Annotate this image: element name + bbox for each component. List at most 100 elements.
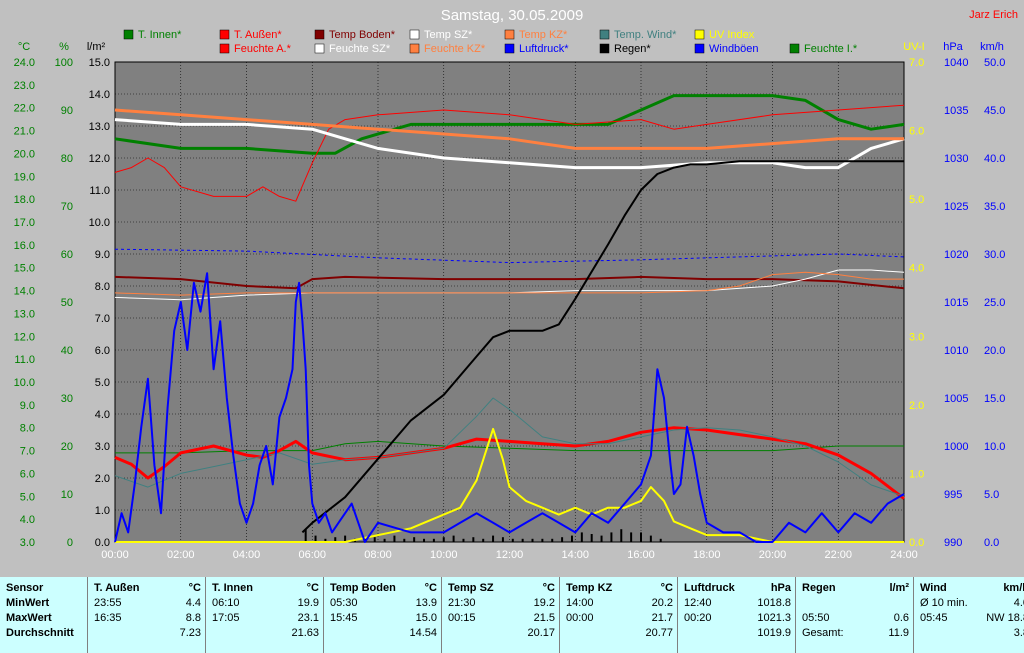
stat-max-value: 23.1 xyxy=(297,612,319,624)
uv-tick-label: 2.0 xyxy=(909,400,924,412)
stat-title: Temp SZ xyxy=(448,582,494,594)
stat-max-value: 1021.3 xyxy=(757,612,791,624)
stat-title: Luftdruck xyxy=(684,582,735,594)
rain-tick-label: 6.0 xyxy=(95,345,110,357)
stat-title: Temp Boden xyxy=(330,582,396,594)
press-tick-label: 1020 xyxy=(944,249,968,261)
legend-item: UV Index xyxy=(694,29,755,41)
rain-tick-label: 9.0 xyxy=(95,249,110,261)
temp-tick-label: 9.0 xyxy=(20,400,35,412)
stat-min-time: 05:30 xyxy=(330,597,358,609)
stat-min-value: 20.2 xyxy=(651,597,673,609)
temp-tick-label: 6.0 xyxy=(20,468,35,480)
temp-tick-label: 22.0 xyxy=(14,103,35,115)
x-tick-label: 04:00 xyxy=(233,549,261,561)
temp-tick-label: 17.0 xyxy=(14,217,35,229)
stat-min-time: 14:00 xyxy=(566,597,594,609)
rain-tick-label: 1.0 xyxy=(95,505,110,517)
stat-min-value: 1018.8 xyxy=(757,597,791,609)
temp-tick-label: 18.0 xyxy=(14,194,35,206)
stat-max-value: NW 18.8 xyxy=(986,612,1024,624)
stats-row-labels: Sensor MinWert MaxWert Durchschnitt xyxy=(0,577,88,653)
hum-tick-label: 40 xyxy=(61,345,73,357)
rain-tick-label: 15.0 xyxy=(89,57,110,69)
rain-tick-label: 0.0 xyxy=(95,537,110,549)
wind-tick-label: 35.0 xyxy=(984,201,1005,213)
wind-tick-label: 30.0 xyxy=(984,249,1005,261)
stat-unit: °C xyxy=(188,582,201,594)
hum-tick-label: 30 xyxy=(61,393,73,405)
stat-unit: km/h xyxy=(1003,582,1024,594)
press-tick-label: 1010 xyxy=(944,345,968,357)
stat-avg-label: Gesamt: xyxy=(802,627,844,639)
stats-block: Temp Boden °C 05:30 13.9 15:45 15.0 14.54 xyxy=(324,577,442,653)
uv-tick-label: 3.0 xyxy=(909,331,924,343)
stat-max-time: 00:20 xyxy=(684,612,712,624)
hum-tick-label: 0 xyxy=(67,537,73,549)
x-tick-label: 24:00 xyxy=(890,549,918,561)
press-tick-label: 1015 xyxy=(944,297,968,309)
legend-swatch xyxy=(314,43,325,54)
rain-tick-label: 4.0 xyxy=(95,409,110,421)
legend-label: Feuchte SZ* xyxy=(329,43,391,55)
stats-panel: Sensor MinWert MaxWert Durchschnitt T. A… xyxy=(0,577,1024,653)
temp-tick-label: 16.0 xyxy=(14,240,35,252)
wind-tick-label: 15.0 xyxy=(984,393,1005,405)
stat-min-time: Ø 10 min. xyxy=(920,597,968,609)
wind-tick-label: 20.0 xyxy=(984,345,1005,357)
rain-tick-label: 11.0 xyxy=(89,185,110,197)
legend-swatch xyxy=(504,43,515,54)
legend-swatch xyxy=(694,29,705,40)
legend-swatch xyxy=(599,29,610,40)
stat-min-time: 23:55 xyxy=(94,597,122,609)
stats-block: Wind km/h Ø 10 min. 4.0 05:45 NW 18.8 3.8 xyxy=(914,577,1024,653)
legend-label: T. Innen* xyxy=(138,29,182,41)
stat-title: Temp KZ xyxy=(566,582,613,594)
minwert-label: MinWert xyxy=(6,597,50,609)
stat-unit: °C xyxy=(424,582,437,594)
legend-label: Temp. Wind* xyxy=(614,29,677,41)
stat-max-time: 16:35 xyxy=(94,612,122,624)
uv-unit-label: UV-I xyxy=(903,41,924,53)
sensor-header: Sensor xyxy=(6,582,44,594)
stats-block: T. Außen °C 23:55 4.4 16:35 8.8 7.23 xyxy=(88,577,206,653)
weather-chart: Samstag, 30.05.2009 Jarz Erich T. Innen*… xyxy=(0,0,1024,577)
legend-label: Temp Boden* xyxy=(329,29,396,41)
temp-tick-label: 7.0 xyxy=(20,446,35,458)
stat-unit: hPa xyxy=(770,582,791,594)
uv-tick-label: 0.0 xyxy=(909,537,924,549)
stat-min-value: 4.4 xyxy=(185,597,201,609)
stat-min-value: 19.9 xyxy=(297,597,319,609)
temp-tick-label: 8.0 xyxy=(20,423,35,435)
x-tick-label: 02:00 xyxy=(167,549,195,561)
x-tick-label: 08:00 xyxy=(364,549,392,561)
stat-max-time: 05:45 xyxy=(920,612,948,624)
press-tick-label: 1000 xyxy=(944,441,968,453)
chart-title: Samstag, 30.05.2009 xyxy=(441,7,584,24)
press-tick-label: 1040 xyxy=(944,57,968,69)
uv-tick-label: 1.0 xyxy=(909,468,924,480)
hum-tick-label: 100 xyxy=(55,57,73,69)
stat-max-value: 15.0 xyxy=(415,612,437,624)
temp-tick-label: 12.0 xyxy=(14,331,35,343)
rain-tick-label: 3.0 xyxy=(95,441,110,453)
legend-swatch xyxy=(599,43,610,54)
stat-unit: l/m² xyxy=(889,582,909,594)
wind-tick-label: 45.0 xyxy=(984,105,1005,117)
wind-tick-label: 5.0 xyxy=(984,489,999,501)
stat-avg-value: 20.17 xyxy=(527,627,555,639)
legend-label: Windböen xyxy=(709,43,759,55)
stat-max-time: 17:05 xyxy=(212,612,240,624)
uv-tick-label: 6.0 xyxy=(909,126,924,138)
stat-unit: °C xyxy=(306,582,319,594)
stat-title: T. Innen xyxy=(212,582,253,594)
legend-swatch xyxy=(694,43,705,54)
legend-swatch xyxy=(504,29,515,40)
stat-title: Wind xyxy=(920,582,947,594)
stat-min-time: 06:10 xyxy=(212,597,240,609)
stat-avg-value: 3.8 xyxy=(1013,627,1024,639)
temp-tick-label: 10.0 xyxy=(14,377,35,389)
hum-tick-label: 20 xyxy=(61,441,73,453)
temp-tick-label: 3.0 xyxy=(20,537,35,549)
uv-tick-label: 4.0 xyxy=(909,263,924,275)
